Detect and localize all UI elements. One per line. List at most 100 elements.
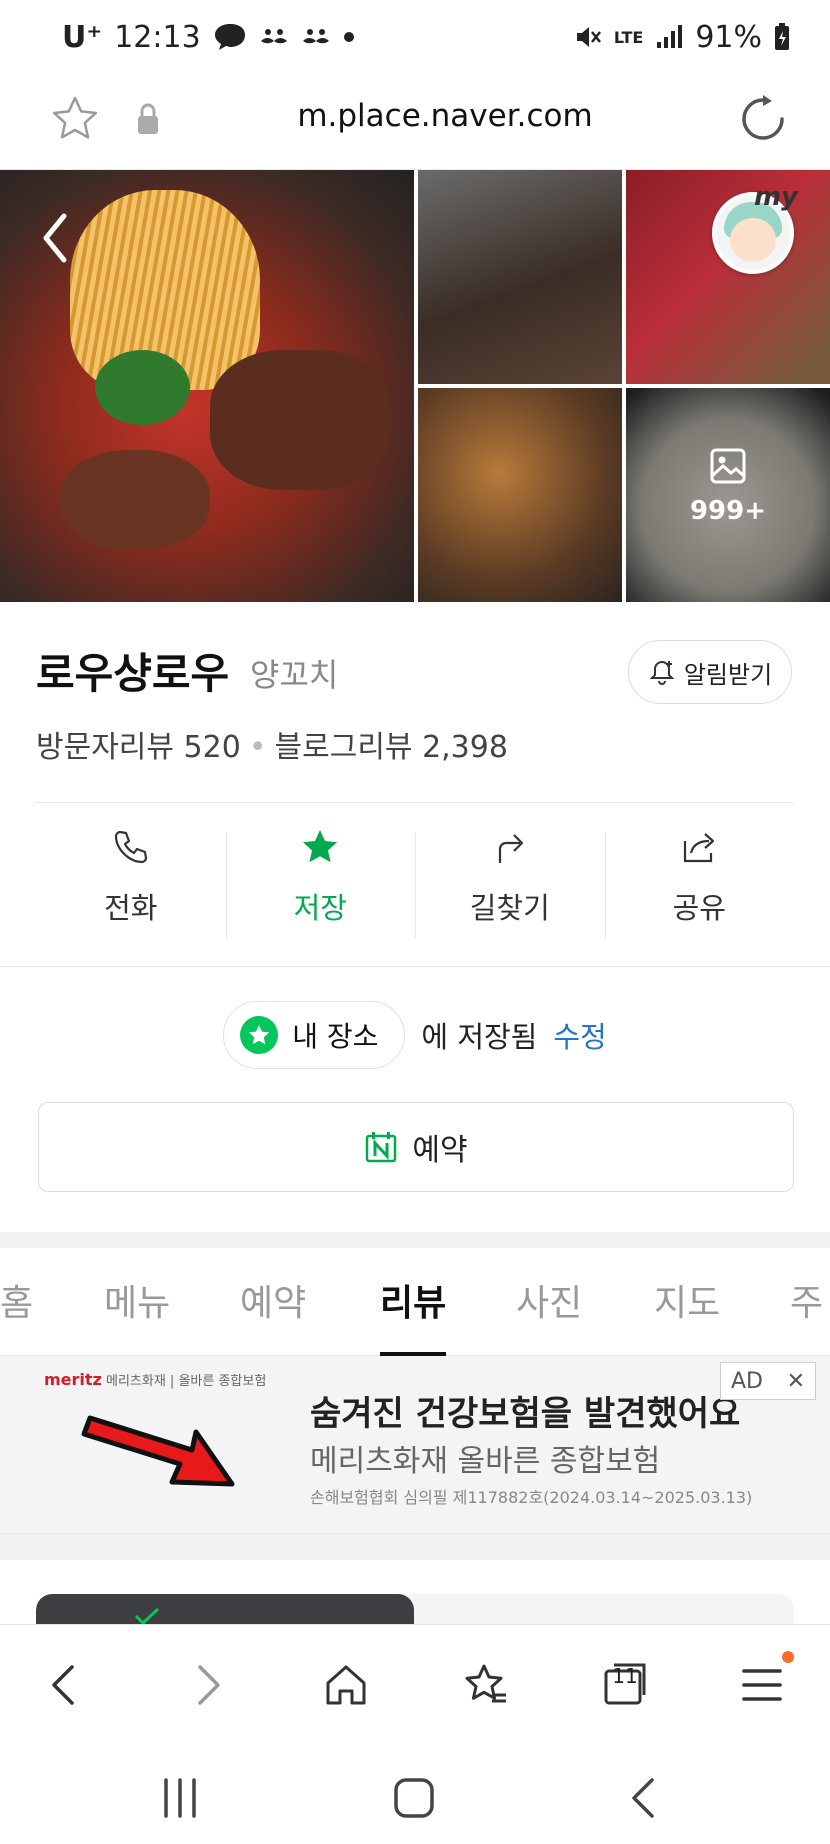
visitor-reviews-label: 방문자리뷰 bbox=[36, 730, 174, 765]
directions-button[interactable]: 길찾기 bbox=[415, 812, 605, 942]
mustache-icon bbox=[260, 29, 287, 44]
ad-brand-logo: meritz bbox=[44, 1370, 102, 1389]
phone-icon bbox=[114, 830, 147, 864]
share-icon bbox=[684, 833, 715, 863]
share-label: 공유 bbox=[672, 891, 726, 925]
tab-bar: 홈 메뉴 예약 리뷰 사진 지도 주 bbox=[0, 1248, 830, 1356]
notify-button[interactable]: 알림받기 bbox=[628, 640, 792, 704]
ad-title: 숨겨진 건강보험을 발견했어요 bbox=[310, 1394, 741, 1434]
status-time: 12:13 bbox=[114, 19, 201, 55]
directions-icon bbox=[498, 834, 523, 863]
battery-label: 91% bbox=[695, 19, 762, 55]
directions-label: 길찾기 bbox=[469, 891, 550, 925]
url-text[interactable]: m.place.naver.com bbox=[200, 98, 690, 134]
my-places-pill[interactable]: 내 장소 bbox=[223, 1001, 406, 1069]
blog-reviews-link[interactable]: 블로그리뷰 2,398 bbox=[275, 730, 508, 765]
divider bbox=[36, 802, 794, 803]
meat-shape bbox=[210, 350, 390, 490]
tab-photos[interactable]: 사진 bbox=[516, 1274, 582, 1326]
ad-subtitle: 메리츠화재 올바른 종합보험 bbox=[310, 1444, 661, 1479]
recent-apps-icon[interactable] bbox=[150, 1768, 210, 1828]
ad-tag: AD ✕ bbox=[720, 1362, 816, 1400]
carrier-label: U⁺ bbox=[62, 19, 103, 55]
gallery-photo[interactable] bbox=[418, 170, 622, 384]
blog-reviews-count: 2,398 bbox=[422, 730, 508, 765]
share-button[interactable]: 공유 bbox=[604, 812, 795, 942]
tab-reviews[interactable]: 리뷰 bbox=[380, 1274, 446, 1326]
avatar-badge: my bbox=[754, 182, 799, 212]
call-button[interactable]: 전화 bbox=[36, 812, 226, 942]
browser-bookmarks-button[interactable] bbox=[456, 1655, 516, 1715]
bookmarks-star-icon bbox=[465, 1664, 506, 1703]
naver-booking-icon bbox=[366, 1132, 397, 1163]
save-label: 저장 bbox=[293, 891, 347, 925]
home-icon bbox=[326, 1665, 366, 1705]
place-category: 양꼬치 bbox=[250, 656, 339, 694]
visitor-reviews-link[interactable]: 방문자리뷰 520 bbox=[36, 730, 241, 765]
tab-reservation[interactable]: 예약 bbox=[240, 1274, 306, 1326]
gallery-photo[interactable] bbox=[418, 388, 622, 602]
lock-icon bbox=[138, 103, 158, 134]
forward-arrow-icon bbox=[198, 1665, 220, 1705]
ad-banner[interactable]: meritz 메리츠화재 | 올바른 종합보험 숨겨진 건강보험을 발견했어요 … bbox=[0, 1356, 830, 1534]
tab-home[interactable]: 홈 bbox=[0, 1274, 33, 1326]
status-right: LTE 91% bbox=[574, 20, 790, 55]
mute-icon bbox=[576, 27, 601, 47]
tab-menu[interactable]: 메뉴 bbox=[104, 1274, 170, 1326]
gallery-photo-more[interactable]: 999+ bbox=[626, 388, 830, 602]
action-bar: 전화 저장 길찾기 공유 bbox=[36, 812, 794, 942]
visitor-reviews-count: 520 bbox=[183, 730, 241, 765]
photo-overlay bbox=[626, 388, 830, 602]
photo-count: 999+ bbox=[689, 496, 767, 526]
browser-bottom-nav: 11 bbox=[0, 1624, 830, 1744]
hamburger-menu-icon bbox=[742, 1669, 782, 1701]
battery-icon bbox=[775, 23, 789, 50]
reserve-button[interactable]: 예약 bbox=[38, 1102, 794, 1192]
tabs-count: 11 bbox=[612, 1664, 638, 1688]
browser-back-button[interactable] bbox=[36, 1655, 96, 1715]
status-left: U⁺ 12:13 bbox=[62, 20, 355, 55]
browser-url-bar: m.place.naver.com bbox=[0, 74, 830, 170]
notification-dot bbox=[782, 1651, 794, 1663]
more-notifications-dot-icon bbox=[343, 32, 354, 42]
reserve-label: 예약 bbox=[412, 1133, 468, 1168]
browser-forward-button[interactable] bbox=[176, 1655, 236, 1715]
bell-plus-icon bbox=[649, 660, 675, 685]
call-label: 전화 bbox=[104, 891, 158, 925]
notify-label: 알림받기 bbox=[683, 660, 773, 689]
ad-close-icon[interactable]: ✕ bbox=[787, 1369, 805, 1394]
my-places-label: 내 장소 bbox=[292, 1020, 379, 1053]
herb-shape bbox=[95, 350, 190, 425]
save-button[interactable]: 저장 bbox=[225, 812, 416, 942]
avatar-face bbox=[730, 218, 776, 262]
saved-suffix: 에 저장됨 bbox=[421, 1020, 538, 1054]
back-chevron-icon[interactable] bbox=[36, 208, 76, 268]
separator-dot: • bbox=[248, 730, 267, 765]
browser-home-button[interactable] bbox=[316, 1655, 376, 1715]
image-icon bbox=[710, 448, 746, 484]
ad-fine-print: 손해보험협회 심의필 제117882호(2024.03.14~2025.03.1… bbox=[310, 1488, 753, 1507]
blog-reviews-label: 블로그리뷰 bbox=[274, 730, 413, 765]
saved-status-row: 내 장소 에 저장됨 수정 bbox=[0, 1000, 830, 1070]
divider bbox=[0, 966, 830, 967]
signal-icon bbox=[657, 25, 683, 48]
section-gap bbox=[0, 1232, 830, 1248]
place-name: 로우샹로우 bbox=[36, 649, 230, 698]
bookmark-star-icon[interactable] bbox=[50, 94, 100, 144]
star-icon bbox=[303, 830, 338, 863]
talk-notification-icon bbox=[214, 24, 245, 50]
section-gap bbox=[0, 1534, 830, 1560]
refresh-icon[interactable] bbox=[736, 92, 790, 146]
edit-link[interactable]: 수정 bbox=[553, 1014, 606, 1056]
star-icon bbox=[249, 1025, 270, 1045]
mustache-icon bbox=[302, 29, 329, 44]
browser-menu-button[interactable] bbox=[732, 1655, 792, 1715]
system-back-icon[interactable] bbox=[614, 1768, 674, 1828]
tab-more[interactable]: 주 bbox=[790, 1274, 823, 1326]
tab-map[interactable]: 지도 bbox=[654, 1274, 720, 1326]
ad-label: AD bbox=[731, 1368, 763, 1394]
ad-brand: meritz 메리츠화재 | 올바른 종합보험 bbox=[44, 1370, 266, 1389]
check-icon bbox=[134, 1607, 160, 1626]
red-arrow-icon bbox=[81, 1415, 235, 1487]
home-button-icon[interactable] bbox=[384, 1768, 444, 1828]
